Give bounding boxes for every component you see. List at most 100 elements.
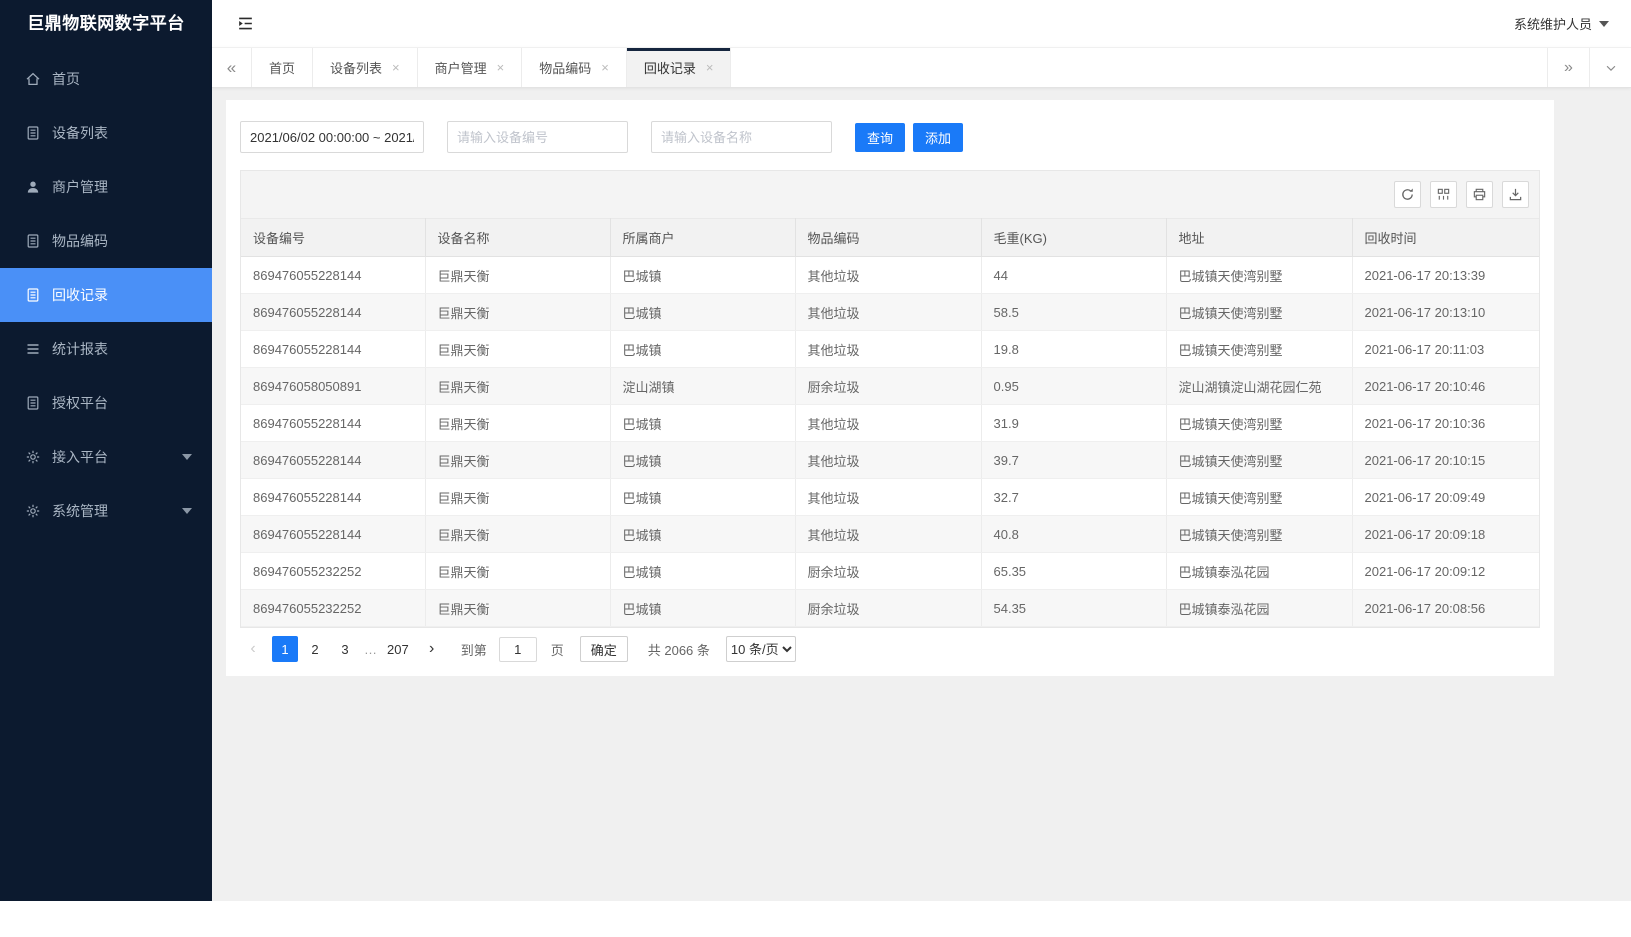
page-button-3[interactable]: 3 (332, 636, 358, 662)
sidebar-item-authorization-platform[interactable]: 授权平台 (0, 376, 212, 430)
goto-page-input[interactable] (499, 637, 537, 662)
device-name-input[interactable] (651, 121, 832, 153)
tabs-menu-chevron-icon[interactable] (1589, 48, 1631, 87)
tab-item-code[interactable]: 物品编码× (522, 48, 627, 87)
chevron-down-icon (182, 454, 192, 460)
table-cell: 869476055228144 (241, 442, 425, 479)
sidebar-item-statistics-report[interactable]: 统计报表 (0, 322, 212, 376)
sidebar-item-label: 首页 (52, 69, 80, 89)
table-cell: 44 (981, 257, 1166, 294)
refresh-icon (1400, 187, 1415, 202)
tab-merchant[interactable]: 商户管理 × (418, 48, 523, 87)
tab-close-icon[interactable]: × (601, 60, 609, 75)
filter-buttons: 查询 添加 (855, 123, 963, 152)
user-menu[interactable]: 系统维护人员 (1514, 14, 1609, 33)
column-header: 设备名称 (425, 219, 610, 257)
table-cell: 厨余垃圾 (795, 553, 981, 590)
table-cell: 淀山湖镇淀山湖花园仁苑 (1166, 368, 1352, 405)
table-cell: 巴城镇天使湾别墅 (1166, 516, 1352, 553)
total-count-label: 共 2066 条 (648, 640, 710, 659)
table-cell: 19.8 (981, 331, 1166, 368)
tabs-scroll-right-icon[interactable]: » (1547, 48, 1589, 87)
table-cell: 0.95 (981, 368, 1166, 405)
table-cell: 2021-06-17 20:11:03 (1352, 331, 1539, 368)
export-icon (1508, 187, 1523, 202)
print-button[interactable] (1466, 181, 1493, 208)
sidebar-item-access-platform[interactable]: 接入平台 (0, 430, 212, 484)
filter-bar: 查询 添加 (226, 100, 1554, 170)
table-cell: 869476055232252 (241, 553, 425, 590)
tab-label: 商户管理 (435, 58, 487, 77)
search-button[interactable]: 查询 (855, 123, 905, 152)
tabs-strip: 首页设备列表×商户管理×物品编码×回收记录× (252, 48, 731, 87)
table-cell: 其他垃圾 (795, 257, 981, 294)
confirm-page-button[interactable]: 确定 (580, 636, 628, 662)
sidebar-item-item-code[interactable]: 物品编码 (0, 214, 212, 268)
column-header: 设备编号 (241, 219, 425, 257)
columns-button[interactable] (1430, 181, 1457, 208)
user-icon (25, 179, 41, 195)
sidebar-item-label: 回收记录 (52, 285, 108, 305)
device-no-input[interactable] (447, 121, 628, 153)
table-cell: 巴城镇 (610, 294, 795, 331)
table-cell: 巴城镇 (610, 257, 795, 294)
table-cell: 869476055228144 (241, 516, 425, 553)
sidebar-item-label: 商户管理 (52, 177, 108, 197)
page-button-207[interactable]: 207 (383, 636, 413, 662)
page-button-1[interactable]: 1 (272, 636, 298, 662)
table-cell: 巴城镇泰泓花园 (1166, 553, 1352, 590)
table-cell: 巴城镇天使湾别墅 (1166, 442, 1352, 479)
next-page-icon[interactable]: › (419, 636, 445, 662)
tabs-scroll-left-icon[interactable]: « (212, 48, 252, 87)
table-cell: 巴城镇 (610, 553, 795, 590)
export-button[interactable] (1502, 181, 1529, 208)
doc-icon (25, 125, 41, 141)
tab-bar: « 首页设备列表×商户管理×物品编码×回收记录× » (212, 47, 1631, 88)
table-cell: 巨鼎天衡 (425, 294, 610, 331)
sidebar-item-home[interactable]: 首页 (0, 52, 212, 106)
page-button-2[interactable]: 2 (302, 636, 328, 662)
table-row: 869476055232252巨鼎天衡巴城镇厨余垃圾65.35巴城镇泰泓花园20… (241, 553, 1539, 590)
chevron-down-icon (182, 508, 192, 514)
tab-device-list[interactable]: 设备列表× (313, 48, 418, 87)
table-cell: 其他垃圾 (795, 516, 981, 553)
tab-home[interactable]: 首页 (252, 48, 313, 87)
table-cell: 其他垃圾 (795, 442, 981, 479)
app-window: 巨鼎物联网数字平台 首页设备列表商户管理物品编码回收记录统计报表授权平台接入平台… (0, 0, 1631, 901)
add-button[interactable]: 添加 (913, 123, 963, 152)
table-cell: 厨余垃圾 (795, 368, 981, 405)
column-header: 回收时间 (1352, 219, 1539, 257)
tab-bar-controls: » (1547, 48, 1631, 87)
table-cell: 869476055232252 (241, 590, 425, 627)
table-row: 869476055228144巨鼎天衡巴城镇其他垃圾40.8巴城镇天使湾别墅20… (241, 516, 1539, 553)
table-cell: 869476055228144 (241, 405, 425, 442)
sidebar-item-device-list[interactable]: 设备列表 (0, 106, 212, 160)
sidebar-item-label: 接入平台 (52, 447, 108, 467)
table-cell: 58.5 (981, 294, 1166, 331)
user-name: 系统维护人员 (1514, 14, 1592, 33)
table-cell: 巴城镇 (610, 590, 795, 627)
sidebar: 巨鼎物联网数字平台 首页设备列表商户管理物品编码回收记录统计报表授权平台接入平台… (0, 0, 212, 901)
table-cell: 巴城镇天使湾别墅 (1166, 294, 1352, 331)
table-cell: 巨鼎天衡 (425, 368, 610, 405)
sidebar-item-system-management[interactable]: 系统管理 (0, 484, 212, 538)
page-size-select[interactable]: 10 条/页 (726, 636, 796, 662)
sidebar-item-recycle-records[interactable]: 回收记录 (0, 268, 212, 322)
table-cell: 其他垃圾 (795, 479, 981, 516)
table-cell: 巴城镇 (610, 331, 795, 368)
tab-close-icon[interactable]: × (392, 60, 400, 75)
tab-recycle-records[interactable]: 回收记录 × (627, 48, 732, 87)
table-cell: 2021-06-17 20:09:49 (1352, 479, 1539, 516)
sidebar-collapse-button[interactable] (236, 14, 255, 33)
table-cell: 巨鼎天衡 (425, 442, 610, 479)
table-cell: 2021-06-17 20:09:12 (1352, 553, 1539, 590)
tab-close-icon[interactable]: × (497, 60, 505, 75)
tab-close-icon[interactable]: × (706, 60, 714, 75)
prev-page-icon[interactable]: ‹ (240, 636, 266, 662)
tab-label: 回收记录 (644, 58, 696, 77)
table-cell: 2021-06-17 20:09:18 (1352, 516, 1539, 553)
date-range-input[interactable] (240, 121, 424, 153)
column-header: 所属商户 (610, 219, 795, 257)
sidebar-item-merchant-management[interactable]: 商户管理 (0, 160, 212, 214)
refresh-button[interactable] (1394, 181, 1421, 208)
